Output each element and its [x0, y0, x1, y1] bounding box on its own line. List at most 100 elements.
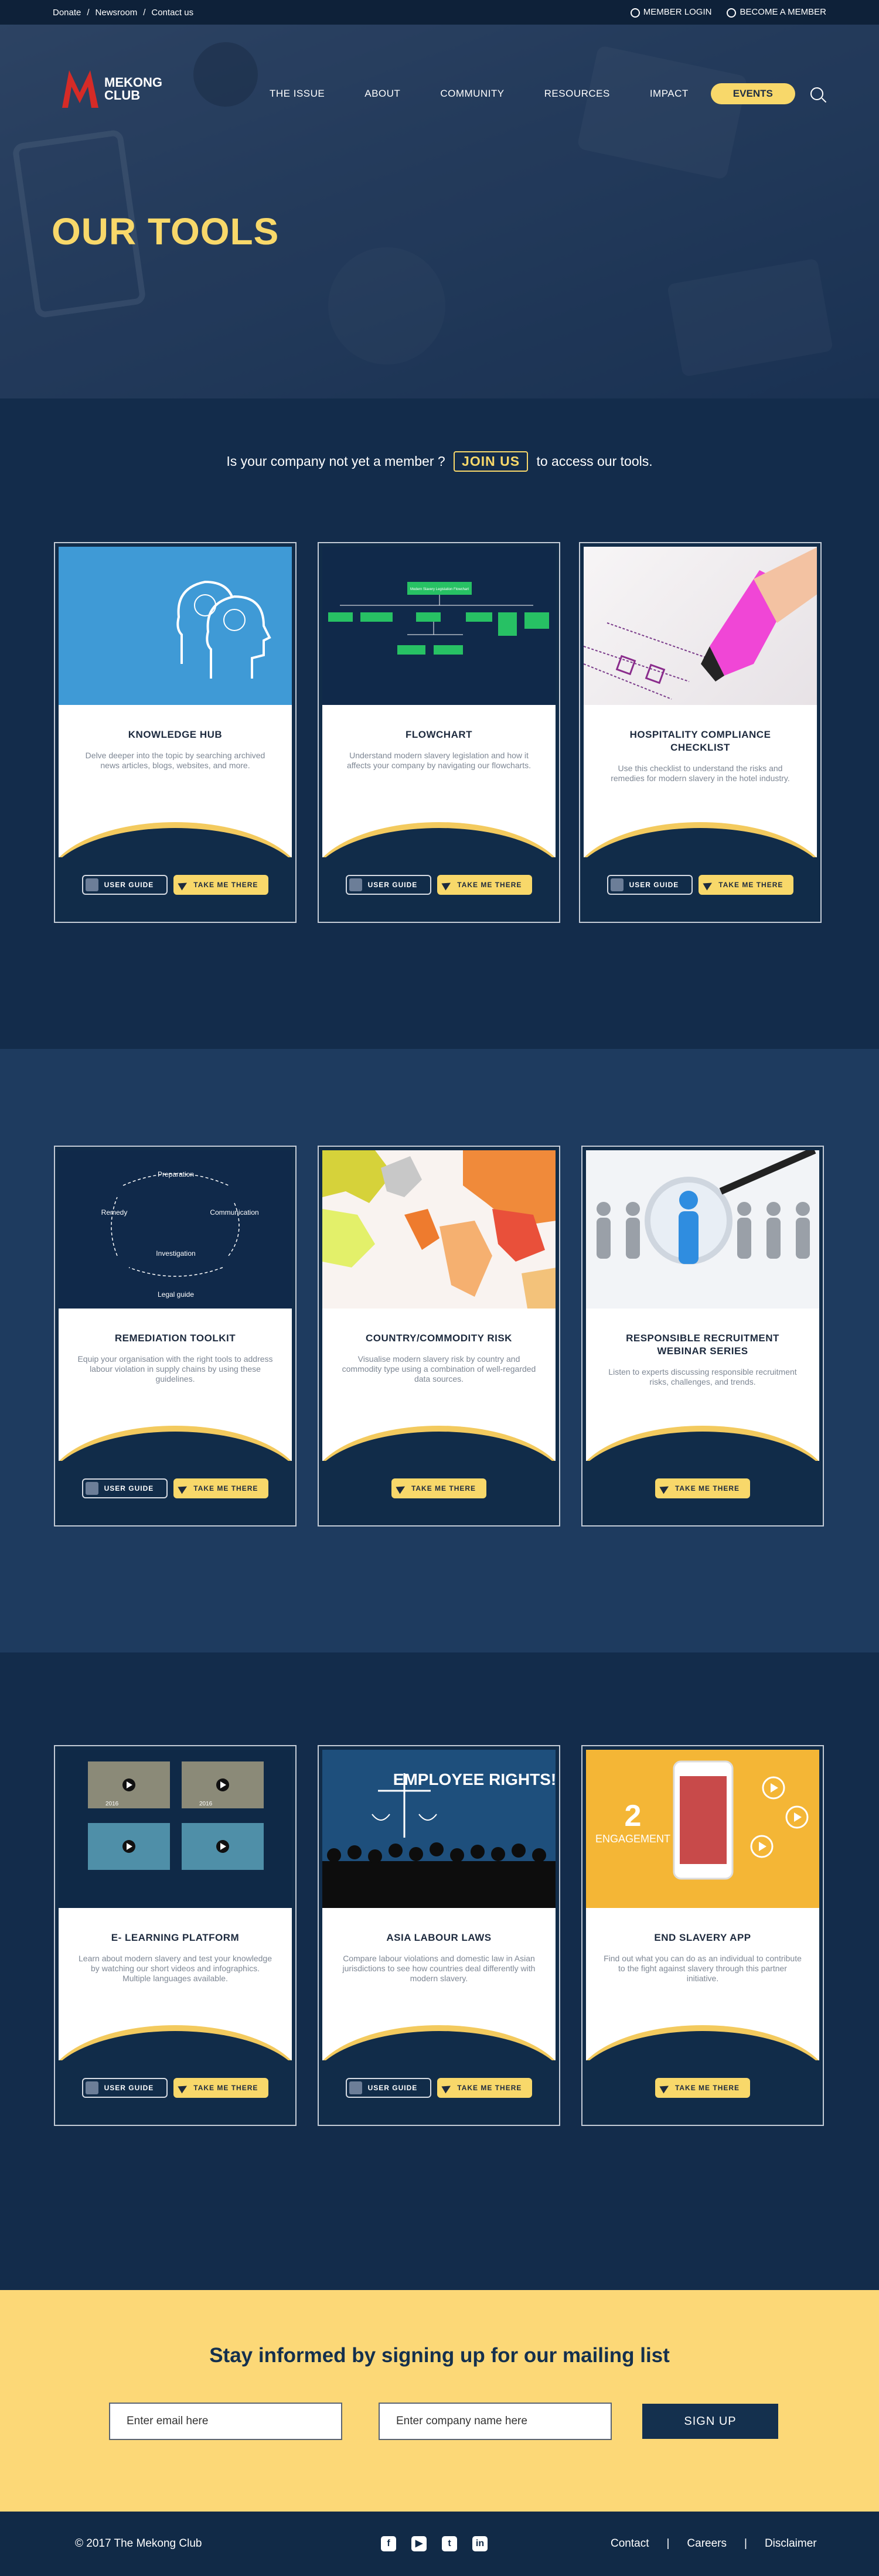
card-title: E- LEARNING PLATFORM: [111, 1932, 240, 1943]
card-body: COUNTRY/COMMODITY RISK Visualise modern …: [322, 1309, 556, 1461]
separator: |: [744, 2537, 747, 2550]
card-description: Compare labour violations and domestic l…: [342, 1954, 536, 1983]
take-me-there-button[interactable]: TAKE ME THERE: [655, 1478, 751, 1498]
footer-contact-link[interactable]: Contact: [611, 2537, 649, 2550]
take-me-there-label: TAKE ME THERE: [457, 2084, 522, 2092]
tool-card-flowchart: Modern Slavery Legislation Flowchart FLO…: [318, 542, 560, 923]
labour-laws-image: EMPLOYEE RIGHTS!: [322, 1750, 556, 1908]
join-us-button[interactable]: JOIN US: [454, 451, 529, 472]
knowledge-hub-image: [59, 547, 292, 705]
remediation-image: Preparation Remedy Communication Investi…: [59, 1150, 292, 1309]
flowchart-top-label: Modern Slavery Legislation Flowchart: [410, 588, 469, 591]
account-links: MEMBER LOGIN BECOME A MEMBER: [630, 7, 826, 18]
book-icon: [85, 2081, 98, 2094]
paper-plane-icon: [441, 879, 453, 891]
paper-plane-icon: [441, 2082, 453, 2094]
user-guide-button[interactable]: USER GUIDE: [81, 1478, 168, 1498]
paper-plane-icon: [396, 1483, 407, 1494]
nav-item-community[interactable]: COMMUNITY: [440, 88, 504, 100]
company-name-input[interactable]: Enter company name here: [379, 2403, 612, 2440]
social-links: f ▶ t in: [381, 2536, 488, 2551]
search-icon[interactable]: [810, 87, 823, 100]
donate-link[interactable]: Donate: [53, 8, 81, 18]
twitter-icon[interactable]: t: [442, 2536, 457, 2551]
user-guide-button[interactable]: USER GUIDE: [607, 875, 693, 895]
footer-disclaimer-link[interactable]: Disclaimer: [765, 2537, 817, 2550]
nav-item-impact[interactable]: IMPACT: [650, 88, 689, 100]
user-icon: [630, 8, 640, 18]
take-me-there-button[interactable]: TAKE ME THERE: [173, 2078, 269, 2098]
card-actions: USER GUIDE TAKE ME THERE: [322, 2060, 556, 2121]
member-login-link[interactable]: MEMBER LOGIN: [630, 7, 711, 18]
user-guide-button[interactable]: USER GUIDE: [345, 875, 432, 895]
join-text-after: to access our tools.: [536, 454, 653, 469]
take-me-there-button[interactable]: TAKE ME THERE: [699, 875, 794, 895]
nav-item-resources[interactable]: RESOURCES: [544, 88, 610, 100]
nav-item-about[interactable]: ABOUT: [364, 88, 400, 100]
events-button[interactable]: EVENTS: [710, 83, 795, 104]
user-guide-label: USER GUIDE: [104, 2084, 154, 2092]
mekong-club-logo[interactable]: MEKONG CLUB: [59, 67, 162, 111]
card-actions: USER GUIDE TAKE ME THERE: [59, 857, 292, 918]
logo-line1: MEKONG: [104, 75, 162, 90]
remediation-cycle-illustration: Preparation Remedy Communication Investi…: [101, 1170, 259, 1299]
separator: |: [666, 2537, 670, 2550]
video-year-label: 2016: [105, 1801, 119, 1807]
contact-us-link[interactable]: Contact us: [151, 8, 193, 18]
tool-card-e-learning: 2016 2016 E- LEARNING PLATFORM Learn abo…: [54, 1745, 297, 2126]
nav-item-the-issue[interactable]: THE ISSUE: [270, 88, 325, 100]
card-actions: USER GUIDE TAKE ME THERE: [322, 857, 556, 918]
youtube-icon[interactable]: ▶: [411, 2536, 427, 2551]
card-title: RESPONSIBLE RECRUITMENT WEBINAR SERIES: [626, 1333, 779, 1357]
user-guide-button[interactable]: USER GUIDE: [81, 875, 168, 895]
hero-banner: MEKONG CLUB THE ISSUE ABOUT COMMUNITY RE…: [0, 25, 879, 398]
card-body: KNOWLEDGE HUB Delve deeper into the topi…: [59, 705, 292, 857]
take-me-there-button[interactable]: TAKE ME THERE: [437, 2078, 533, 2098]
take-me-there-label: TAKE ME THERE: [193, 881, 258, 889]
app-phone-illustration: 2 ENGAGEMENT: [595, 1760, 809, 1880]
take-me-there-label: TAKE ME THERE: [193, 1484, 258, 1493]
become-member-link[interactable]: BECOME A MEMBER: [727, 7, 826, 18]
card-description: Use this checklist to understand the ris…: [611, 764, 790, 783]
separator: /: [143, 7, 146, 18]
book-icon: [349, 878, 362, 891]
take-me-there-button[interactable]: TAKE ME THERE: [173, 1478, 269, 1498]
tool-card-remediation-toolkit: Preparation Remedy Communication Investi…: [54, 1146, 297, 1526]
card-description: Find out what you can do as an individua…: [604, 1954, 802, 1983]
card-body: REMEDIATION TOOLKIT Equip your organisat…: [59, 1309, 292, 1461]
tool-card-country-risk: COUNTRY/COMMODITY RISK Visualise modern …: [318, 1146, 560, 1526]
footer-careers-link[interactable]: Careers: [687, 2537, 727, 2550]
take-me-there-button[interactable]: TAKE ME THERE: [655, 2078, 751, 2098]
user-guide-label: USER GUIDE: [367, 2084, 418, 2092]
card-body: HOSPITALITY COMPLIANCE CHECKLIST Use thi…: [584, 705, 817, 857]
user-guide-label: USER GUIDE: [367, 881, 418, 889]
top-utility-bar: Donate / Newsroom / Contact us MEMBER LO…: [0, 0, 879, 25]
take-me-there-button[interactable]: TAKE ME THERE: [391, 1478, 487, 1498]
end-slavery-app-image: 2 ENGAGEMENT: [586, 1750, 819, 1908]
app-word: ENGAGEMENT: [595, 1833, 670, 1845]
card-actions: USER GUIDE TAKE ME THERE: [59, 1461, 292, 1522]
risk-map-image: [322, 1150, 556, 1309]
join-prompt: Is your company not yet a member ? JOIN …: [0, 451, 879, 472]
card-body: RESPONSIBLE RECRUITMENT WEBINAR SERIES L…: [586, 1309, 819, 1461]
paper-plane-icon: [178, 1483, 189, 1494]
linkedin-icon[interactable]: in: [472, 2536, 488, 2551]
sign-up-button[interactable]: SIGN UP: [642, 2404, 778, 2439]
tool-card-knowledge-hub: KNOWLEDGE HUB Delve deeper into the topi…: [54, 542, 297, 923]
checklist-image: [584, 547, 817, 705]
card-body: E- LEARNING PLATFORM Learn about modern …: [59, 1908, 292, 2060]
user-guide-button[interactable]: USER GUIDE: [345, 2078, 432, 2098]
flowchart-illustration: Modern Slavery Legislation Flowchart: [328, 582, 549, 655]
logo-line2: CLUB: [104, 88, 141, 103]
heads-illustration: [176, 580, 271, 679]
user-guide-button[interactable]: USER GUIDE: [81, 2078, 168, 2098]
facebook-icon[interactable]: f: [381, 2536, 396, 2551]
take-me-there-button[interactable]: TAKE ME THERE: [173, 875, 269, 895]
newsroom-link[interactable]: Newsroom: [96, 8, 138, 18]
cycle-label: Investigation: [156, 1249, 195, 1258]
take-me-there-label: TAKE ME THERE: [718, 881, 783, 889]
take-me-there-button[interactable]: TAKE ME THERE: [437, 875, 533, 895]
become-member-label: BECOME A MEMBER: [740, 7, 826, 18]
email-input[interactable]: Enter email here: [109, 2403, 342, 2440]
highlighter-illustration: [584, 547, 817, 700]
